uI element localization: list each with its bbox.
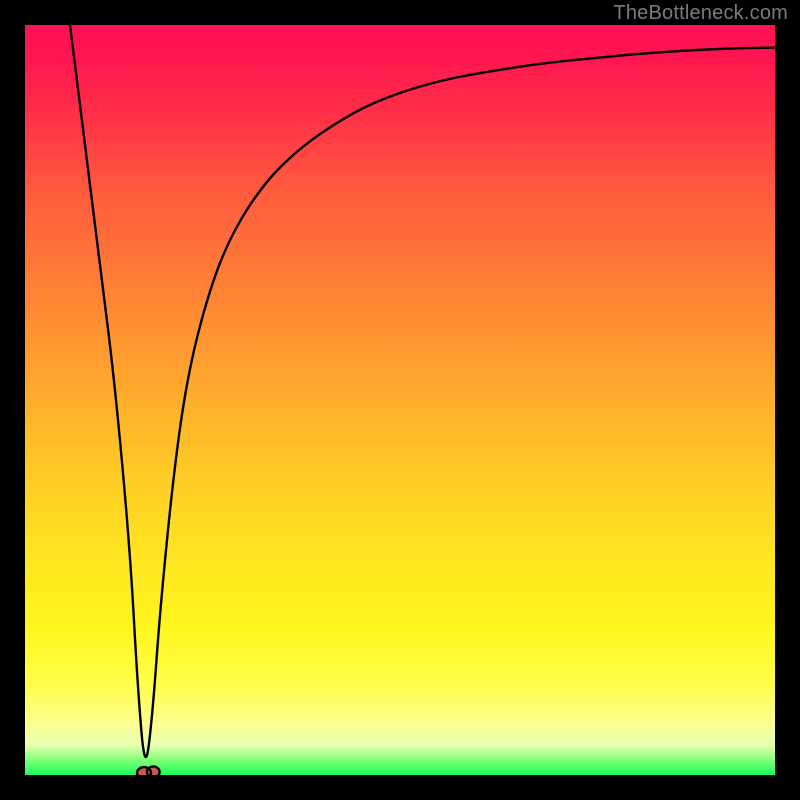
chart-frame: TheBottleneck.com [0, 0, 800, 800]
curve-layer [25, 25, 775, 775]
watermark-text: TheBottleneck.com [613, 2, 788, 25]
bottleneck-curve [70, 25, 775, 757]
plot-area [25, 25, 775, 775]
minimum-marker [137, 766, 160, 775]
